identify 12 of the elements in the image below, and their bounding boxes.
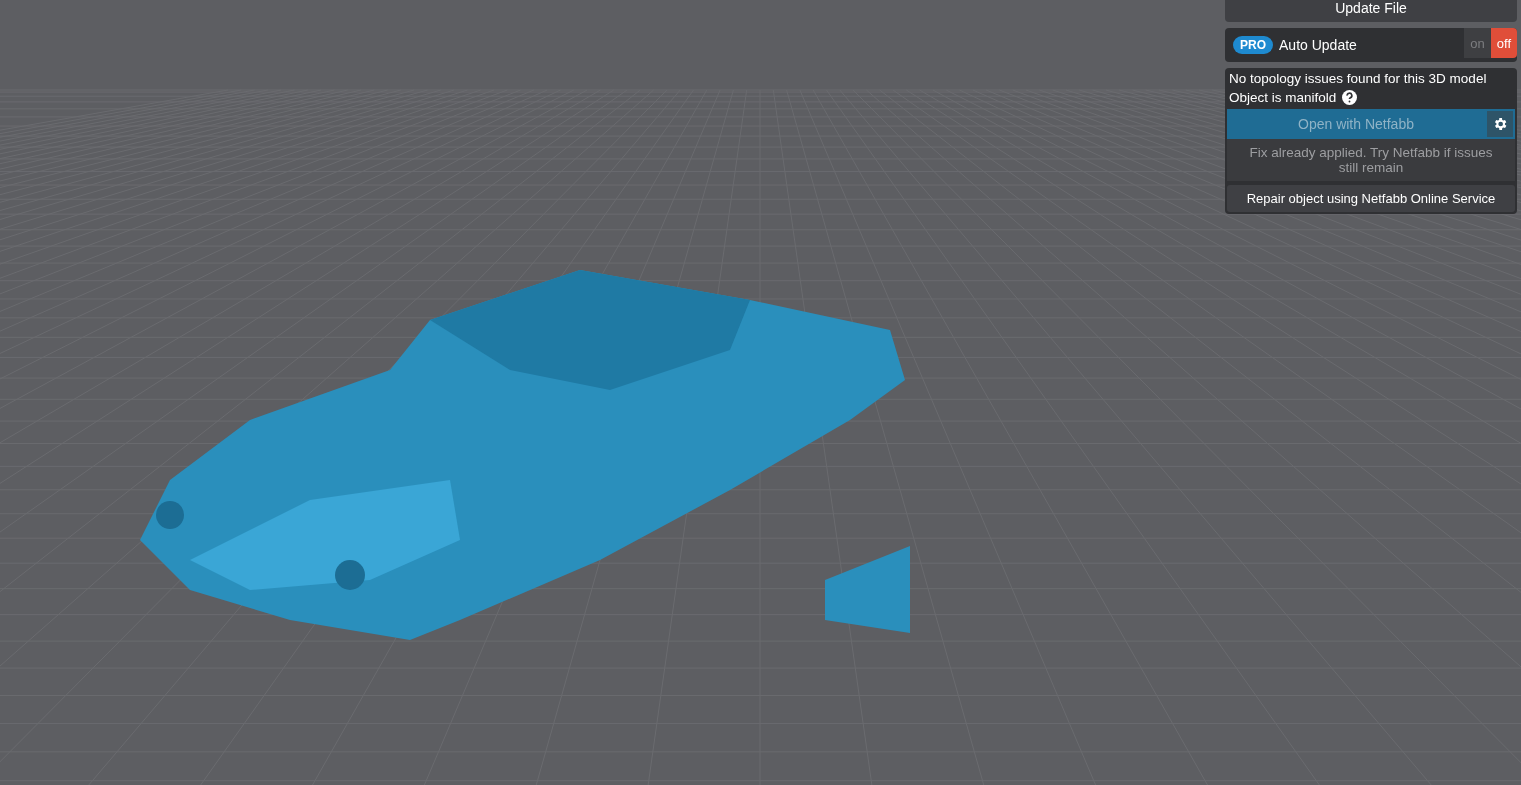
status-message: No topology issues found for this 3D model xyxy=(1228,70,1488,88)
auto-update-label: Auto Update xyxy=(1279,37,1358,53)
repair-object-button[interactable]: Repair object using Netfabb Online Service xyxy=(1227,185,1515,212)
toggle-option[interactable]: off xyxy=(1490,28,1517,58)
fix-note: Fix already applied. Try Netfabb if issues still remain xyxy=(1227,139,1515,181)
help-icon[interactable] xyxy=(1342,90,1358,105)
pro-badge: PRO xyxy=(1233,36,1273,54)
settings-icon xyxy=(1492,116,1508,132)
toggle-option[interactable]: on xyxy=(1464,28,1491,58)
settings-button[interactable] xyxy=(1487,111,1513,137)
update-file-button[interactable]: Update File xyxy=(1225,0,1517,22)
manifold-status: Object is manifold xyxy=(1229,90,1337,105)
